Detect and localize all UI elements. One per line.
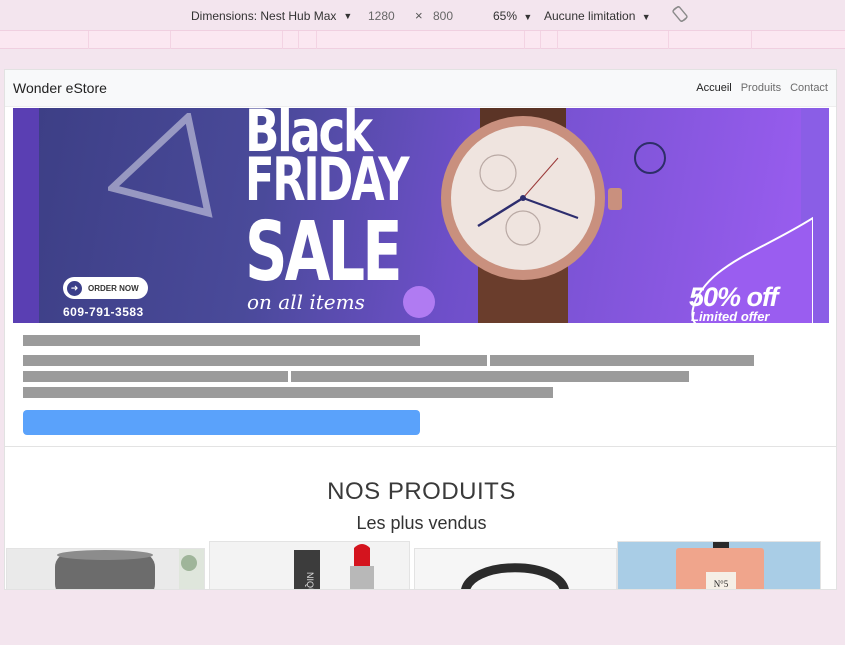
zoom-select[interactable]: 65% ▼: [493, 9, 532, 23]
brand-link[interactable]: Wonder eStore: [13, 80, 107, 96]
caret-down-icon: ▼: [343, 11, 353, 21]
device-dimensions-select[interactable]: Dimensions: Nest Hub Max ▼: [191, 9, 352, 23]
watch-image: [441, 108, 622, 323]
nav-link-produits[interactable]: Produits: [741, 82, 781, 94]
media-query-ruler[interactable]: [0, 30, 845, 49]
device-dimensions-label: Dimensions: Nest Hub Max: [191, 9, 337, 23]
times-icon: ×: [415, 8, 423, 23]
hero-tagline: on all items: [247, 290, 365, 314]
product-card[interactable]: [6, 548, 205, 589]
caret-down-icon: ▼: [523, 12, 533, 22]
product-card[interactable]: NIQUE: [209, 541, 410, 590]
skeleton-line: [23, 371, 288, 382]
hero-title-sale: SALE: [245, 205, 403, 300]
skeleton-line: [291, 371, 689, 382]
nav-links: Accueil Produits Contact: [696, 82, 828, 94]
throttle-select[interactable]: Aucune limitation ▼: [544, 9, 651, 23]
smart-speaker-image: [7, 549, 204, 589]
ring-decoration: [634, 142, 666, 174]
lipstick-image: NIQUE: [210, 542, 409, 590]
nav-link-contact[interactable]: Contact: [790, 82, 828, 94]
device-toolbar: Dimensions: Nest Hub Max ▼ 1280 × 800 65…: [0, 0, 845, 30]
device-height-input[interactable]: 800: [433, 9, 453, 23]
perfume-label: N°5: [714, 579, 729, 589]
order-now-button[interactable]: ➜ ORDER NOW: [63, 277, 148, 299]
perfume-image: N°5: [618, 542, 820, 589]
product-card[interactable]: [414, 548, 617, 589]
zoom-value: 65%: [493, 9, 518, 23]
device-width-input[interactable]: 1280: [368, 9, 395, 23]
hero-edge-left: [13, 108, 39, 323]
caret-down-icon: ▼: [641, 12, 651, 22]
hero-banner: Black FRIDAY SALE on all items ➜ ORDER N…: [13, 108, 829, 323]
section-divider: [5, 446, 836, 447]
smartwatch-image: [415, 549, 616, 589]
hero-card: Black FRIDAY SALE on all items ➜ ORDER N…: [13, 108, 829, 323]
throttle-value: Aucune limitation: [544, 9, 636, 23]
triangle-decoration: [108, 113, 213, 218]
skeleton-line: [490, 355, 754, 366]
product-card[interactable]: N°5: [617, 541, 821, 589]
skeleton-button[interactable]: [23, 410, 420, 435]
skeleton-title: [23, 335, 420, 346]
products-subheading: Les plus vendus: [356, 513, 487, 533]
arrow-right-icon: ➜: [67, 280, 82, 296]
skeleton-line: [23, 355, 487, 366]
products-heading: NOS PRODUITS: [327, 478, 516, 505]
device-viewport: Wonder eStore Accueil Produits Contact B…: [4, 69, 837, 590]
navbar: Wonder eStore Accueil Produits Contact: [5, 70, 836, 107]
nav-link-accueil[interactable]: Accueil: [696, 82, 731, 94]
order-now-label: ORDER NOW: [88, 283, 139, 293]
skeleton-line: [23, 387, 553, 398]
hero-phone: 609-791-3583: [63, 305, 144, 319]
svg-text:NIQUE: NIQUE: [305, 572, 315, 590]
limited-offer-text: Limited offer: [691, 309, 770, 323]
rotate-icon[interactable]: [671, 5, 689, 23]
hero-title-friday: FRIDAY: [245, 145, 410, 215]
